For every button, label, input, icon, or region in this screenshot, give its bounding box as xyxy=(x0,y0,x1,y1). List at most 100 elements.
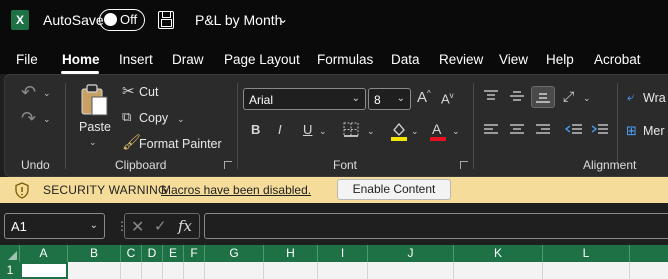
group-label-font: Font xyxy=(333,158,358,172)
scissors-icon: ✂ xyxy=(122,83,135,100)
decrease-indent-icon[interactable] xyxy=(565,123,583,137)
font-color-icon[interactable]: A xyxy=(429,120,447,142)
font-launcher-icon[interactable] xyxy=(460,161,468,169)
cell[interactable] xyxy=(121,262,142,279)
fill-color-icon[interactable] xyxy=(390,120,408,142)
autosave-label: AutoSave xyxy=(43,12,104,28)
column-header[interactable]: D xyxy=(142,245,163,262)
bold-button[interactable]: B xyxy=(251,123,260,136)
column-header[interactable]: B xyxy=(68,245,121,262)
table-row: 1 xyxy=(0,262,668,279)
align-left-icon[interactable] xyxy=(483,123,499,137)
cell[interactable] xyxy=(68,262,121,279)
paste-dropdown-icon[interactable]: ⌄ xyxy=(89,137,97,148)
increase-indent-icon[interactable] xyxy=(591,123,609,137)
chevron-down-icon: ⌄ xyxy=(89,220,98,231)
wrap-text-button[interactable]: Wra xyxy=(643,91,666,105)
font-color-dropdown-icon[interactable]: ⌄ xyxy=(452,126,460,137)
merge-button[interactable]: Mer xyxy=(643,124,665,138)
chevron-down-icon[interactable]: ⌄ xyxy=(278,12,288,26)
format-painter-button[interactable]: Format Painter xyxy=(139,137,222,151)
undo-icon[interactable]: ↶ xyxy=(21,83,36,101)
divider xyxy=(65,83,66,169)
cancel-icon[interactable]: ✕ xyxy=(131,217,144,237)
cell[interactable] xyxy=(184,262,205,279)
tab-home[interactable]: Home xyxy=(62,52,100,67)
column-header[interactable]: E xyxy=(163,245,184,262)
insert-function-icon[interactable]: fx xyxy=(178,217,192,235)
column-header[interactable]: H xyxy=(264,245,318,262)
tab-insert[interactable]: Insert xyxy=(119,52,153,67)
macros-disabled-link[interactable]: Macros have been disabled. xyxy=(161,183,311,197)
redo-dropdown-icon[interactable]: ⌄ xyxy=(43,114,51,125)
column-header[interactable]: L xyxy=(543,245,630,262)
column-headers: A B C D E F G H I J K L xyxy=(0,245,668,262)
tab-file[interactable]: File xyxy=(16,52,38,67)
chevron-down-icon: ⌄ xyxy=(396,93,405,104)
bottom-align-icon xyxy=(536,93,550,103)
cell[interactable] xyxy=(318,262,368,279)
save-icon[interactable] xyxy=(158,11,174,29)
tab-formulas[interactable]: Formulas xyxy=(317,52,373,67)
paste-button[interactable]: Paste xyxy=(79,120,111,134)
redo-icon[interactable]: ↷ xyxy=(21,109,36,127)
middle-align-icon[interactable] xyxy=(509,89,525,103)
select-all-button[interactable] xyxy=(0,245,20,262)
decrease-font-size-icon[interactable]: Av xyxy=(441,92,454,106)
column-header[interactable]: I xyxy=(318,245,368,262)
orientation-icon[interactable]: ⤢ xyxy=(563,89,574,103)
cell[interactable] xyxy=(454,262,543,279)
borders-icon[interactable] xyxy=(343,122,361,138)
column-header[interactable]: G xyxy=(205,245,264,262)
row-header[interactable]: 1 xyxy=(0,262,20,279)
fill-color-dropdown-icon[interactable]: ⌄ xyxy=(411,126,419,137)
undo-dropdown-icon[interactable]: ⌄ xyxy=(43,88,51,99)
cell[interactable] xyxy=(543,262,630,279)
copy-dropdown-icon[interactable]: ⌄ xyxy=(177,114,185,125)
name-box-value: A1 xyxy=(11,219,27,234)
security-warning-title: SECURITY WARNING xyxy=(43,183,168,197)
orientation-dropdown-icon[interactable]: ⌄ xyxy=(583,93,591,104)
tab-page-layout[interactable]: Page Layout xyxy=(224,52,300,67)
align-right-icon[interactable] xyxy=(535,123,551,137)
copy-button[interactable]: Copy xyxy=(139,111,168,125)
borders-dropdown-icon[interactable]: ⌄ xyxy=(367,126,375,137)
font-size-select[interactable]: 8 ⌄ xyxy=(368,88,411,110)
cell[interactable] xyxy=(142,262,163,279)
tab-view[interactable]: View xyxy=(499,52,528,67)
divider xyxy=(617,83,618,169)
top-align-icon[interactable] xyxy=(483,89,499,103)
cell[interactable] xyxy=(163,262,184,279)
cut-button[interactable]: Cut xyxy=(139,85,158,99)
increase-font-size-icon[interactable]: A^ xyxy=(417,90,431,106)
name-box[interactable]: A1 ⌄ xyxy=(4,213,105,239)
column-header[interactable]: J xyxy=(368,245,454,262)
underline-dropdown-icon[interactable]: ⌄ xyxy=(319,126,327,137)
cell-a1-selected[interactable] xyxy=(20,262,68,279)
enter-icon[interactable]: ✓ xyxy=(154,217,167,235)
tab-data[interactable]: Data xyxy=(391,52,420,67)
tab-acrobat[interactable]: Acrobat xyxy=(594,52,641,67)
enable-content-button[interactable]: Enable Content xyxy=(337,179,451,200)
cell[interactable] xyxy=(205,262,264,279)
autosave-toggle[interactable]: Off xyxy=(99,9,145,31)
column-header[interactable]: C xyxy=(121,245,142,262)
italic-button[interactable]: I xyxy=(278,123,282,136)
cell[interactable] xyxy=(264,262,318,279)
underline-button[interactable]: U xyxy=(303,123,312,136)
group-label-alignment: Alignment xyxy=(583,158,637,172)
column-header[interactable]: K xyxy=(454,245,543,262)
tab-review[interactable]: Review xyxy=(439,52,483,67)
font-name-select[interactable]: Arial ⌄ xyxy=(243,88,366,110)
document-title[interactable]: P&L by Month xyxy=(195,12,282,28)
cell[interactable] xyxy=(368,262,454,279)
tab-draw[interactable]: Draw xyxy=(172,52,204,67)
clipboard-launcher-icon[interactable] xyxy=(224,161,232,169)
align-center-icon[interactable] xyxy=(509,123,525,137)
paste-icon[interactable] xyxy=(79,83,109,117)
tab-help[interactable]: Help xyxy=(546,52,574,67)
column-header[interactable]: A xyxy=(20,245,68,262)
bottom-align-button[interactable] xyxy=(531,86,555,108)
formula-input[interactable] xyxy=(204,213,668,239)
column-header[interactable]: F xyxy=(184,245,205,262)
